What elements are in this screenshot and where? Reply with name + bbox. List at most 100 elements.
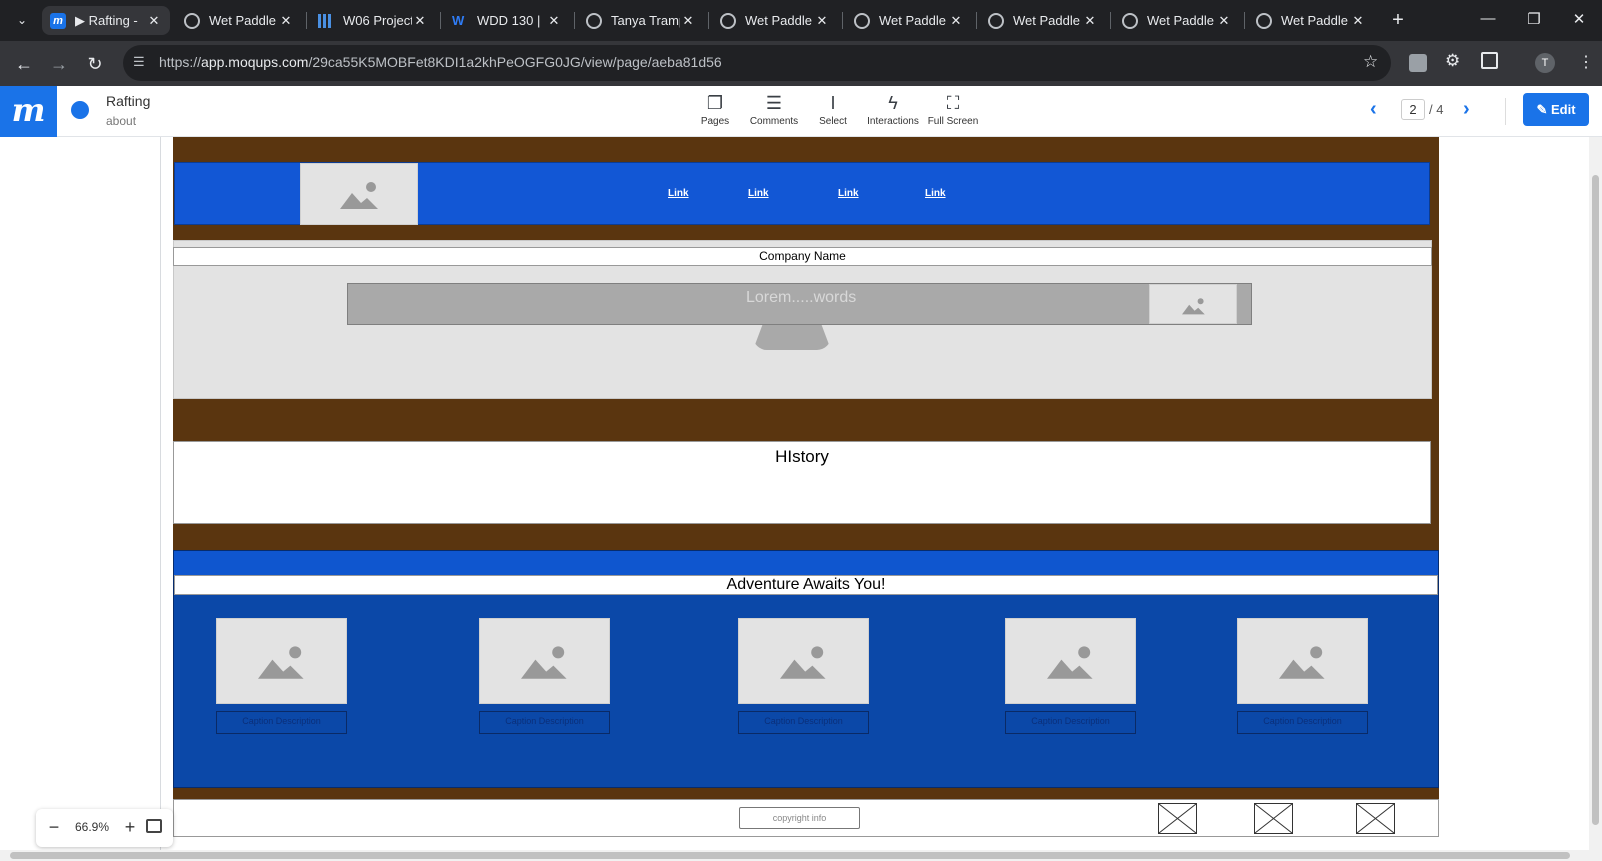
browser-tab[interactable]: W WDD 130 | ✕ xyxy=(444,6,570,35)
tab-title: Wet Paddle xyxy=(1281,13,1348,28)
select-label: Select xyxy=(819,116,847,127)
tab-separator xyxy=(306,12,307,29)
lightning-icon: ϟ xyxy=(888,93,898,113)
gallery-image-placeholder xyxy=(216,618,347,704)
globe-icon[interactable] xyxy=(71,101,89,119)
close-icon[interactable]: ✕ xyxy=(1082,13,1098,29)
zoom-level[interactable]: 66.9% xyxy=(70,820,114,834)
nav-link[interactable]: Link xyxy=(668,188,689,199)
browser-tab[interactable]: Wet Paddle ✕ xyxy=(1114,6,1240,35)
gallery-image-placeholder xyxy=(738,618,869,704)
image-icon xyxy=(1182,298,1205,315)
image-icon xyxy=(521,646,567,679)
comments-tool[interactable]: ☰ Comments xyxy=(748,92,800,127)
fullscreen-tool[interactable]: ⛶ Full Screen xyxy=(926,92,980,127)
close-icon[interactable]: ✕ xyxy=(412,13,428,29)
browser-tab[interactable]: Wet Paddle ✕ xyxy=(712,6,838,35)
restore-icon[interactable]: ❐ xyxy=(1524,10,1544,28)
nav-link[interactable]: Link xyxy=(838,188,859,199)
gallery-image-placeholder xyxy=(1005,618,1136,704)
zoom-in-button[interactable]: + xyxy=(120,817,140,837)
vertical-scroll-thumb[interactable] xyxy=(1592,175,1599,825)
horizontal-scrollbar[interactable] xyxy=(0,850,1589,861)
browser-tab[interactable]: Wet Paddle ✕ xyxy=(980,6,1106,35)
url-path: /29ca55K5MOBFet8KDI1a2khPeOGFG0JG/view/p… xyxy=(308,54,722,70)
reload-icon[interactable]: ↻ xyxy=(82,51,108,77)
nav-link[interactable]: Link xyxy=(925,188,946,199)
adventure-heading-bar: Adventure Awaits You! xyxy=(174,575,1438,595)
globe-icon xyxy=(720,12,736,29)
address-bar[interactable]: ☰ https://app.moqups.com/29ca55K5MOBFet8… xyxy=(123,45,1391,81)
moqups-logo[interactable]: m xyxy=(0,86,57,137)
social-icon-placeholder xyxy=(1254,803,1293,834)
edit-label: Edit xyxy=(1550,102,1576,117)
globe-icon xyxy=(854,12,870,29)
pages-tool[interactable]: ❐ Pages xyxy=(698,92,732,127)
site-settings-icon[interactable]: ☰ xyxy=(133,54,145,70)
browser-tab-active[interactable]: m ▶ Rafting - ✕ xyxy=(42,6,170,35)
window-close-icon[interactable]: ✕ xyxy=(1569,10,1589,28)
bookmark-star-icon[interactable]: ☆ xyxy=(1363,52,1378,72)
browser-tab[interactable]: Tanya Tramp ✕ xyxy=(578,6,704,35)
fit-to-screen-icon[interactable] xyxy=(146,819,162,833)
chart-icon xyxy=(318,13,334,28)
canvas[interactable]: Link Link Link Link Company Name Lorem..… xyxy=(0,137,1602,861)
minimize-icon[interactable]: — xyxy=(1478,10,1498,27)
new-tab-button[interactable]: + xyxy=(1385,8,1411,34)
puzzle-icon[interactable] xyxy=(1481,52,1498,69)
prev-page-icon[interactable]: ‹ xyxy=(1370,98,1377,121)
close-icon[interactable]: ✕ xyxy=(814,13,830,29)
header-divider xyxy=(1505,98,1506,125)
tab-title: Wet Paddle xyxy=(1013,13,1080,28)
adventure-heading: Adventure Awaits You! xyxy=(726,576,886,593)
zoom-control: − 66.9% + xyxy=(36,809,173,847)
extension-icon[interactable] xyxy=(1409,54,1427,72)
avatar[interactable]: T xyxy=(1535,53,1555,73)
close-icon[interactable]: ✕ xyxy=(1350,13,1366,29)
tab-title: W06 Project xyxy=(343,13,412,28)
moqups-header: m Rafting about ❐ Pages ☰ Comments I Sel… xyxy=(0,86,1602,137)
browser-tab[interactable]: W06 Project ✕ xyxy=(310,6,436,35)
browser-tab[interactable]: Wet Paddle ✕ xyxy=(1248,6,1374,35)
close-icon[interactable]: ✕ xyxy=(146,13,162,29)
close-icon[interactable]: ✕ xyxy=(680,13,696,29)
page-number-input[interactable]: 2 xyxy=(1401,99,1425,120)
social-icon-placeholder xyxy=(1356,803,1395,834)
placeholder-x-icon xyxy=(1159,804,1196,833)
next-page-icon[interactable]: › xyxy=(1463,98,1470,121)
globe-icon xyxy=(184,12,200,29)
placeholder-x-icon xyxy=(1255,804,1292,833)
horizontal-scroll-thumb[interactable] xyxy=(10,852,1570,859)
interactions-tool[interactable]: ϟ Interactions xyxy=(865,92,921,127)
adventure-top-band xyxy=(174,551,1438,575)
browser-tab[interactable]: Wet Paddle ✕ xyxy=(176,6,302,35)
close-icon[interactable]: ✕ xyxy=(948,13,964,29)
forward-icon[interactable]: → xyxy=(46,51,72,77)
browser-menu-icon[interactable]: ⋮ xyxy=(1578,52,1594,72)
close-icon[interactable]: ✕ xyxy=(1216,13,1232,29)
comment-icon: ☰ xyxy=(765,93,783,113)
browser-toolbar: ← → ↻ ☰ https://app.moqups.com/29ca55K5M… xyxy=(0,41,1602,86)
copyright-box: copyright info xyxy=(739,807,860,829)
tab-separator xyxy=(574,12,575,29)
globe-icon xyxy=(1256,12,1272,29)
vertical-scrollbar[interactable] xyxy=(1589,137,1602,861)
nav-link[interactable]: Link xyxy=(748,188,769,199)
close-icon[interactable]: ✕ xyxy=(546,13,562,29)
browser-tab[interactable]: Wet Paddle ✕ xyxy=(846,6,972,35)
gear-icon[interactable]: ⚙ xyxy=(1445,51,1460,71)
select-tool[interactable]: I Select xyxy=(816,92,850,127)
globe-icon xyxy=(988,12,1004,29)
moqups-icon: m xyxy=(50,12,66,29)
close-icon[interactable]: ✕ xyxy=(278,13,294,29)
back-icon[interactable]: ← xyxy=(11,51,37,77)
tab-search-button[interactable]: ⌄ xyxy=(12,10,32,30)
text-cursor-icon: I xyxy=(830,93,836,113)
edit-button[interactable]: ✎ Edit xyxy=(1523,93,1589,126)
globe-icon xyxy=(1122,12,1138,29)
adventure-section: Adventure Awaits You! Caption Descriptio… xyxy=(173,550,1439,788)
tab-separator xyxy=(1244,12,1245,29)
url-text: https://app.moqups.com/29ca55K5MOBFet8KD… xyxy=(159,54,722,70)
tab-title: WDD 130 | xyxy=(477,13,541,28)
zoom-out-button[interactable]: − xyxy=(44,817,64,837)
